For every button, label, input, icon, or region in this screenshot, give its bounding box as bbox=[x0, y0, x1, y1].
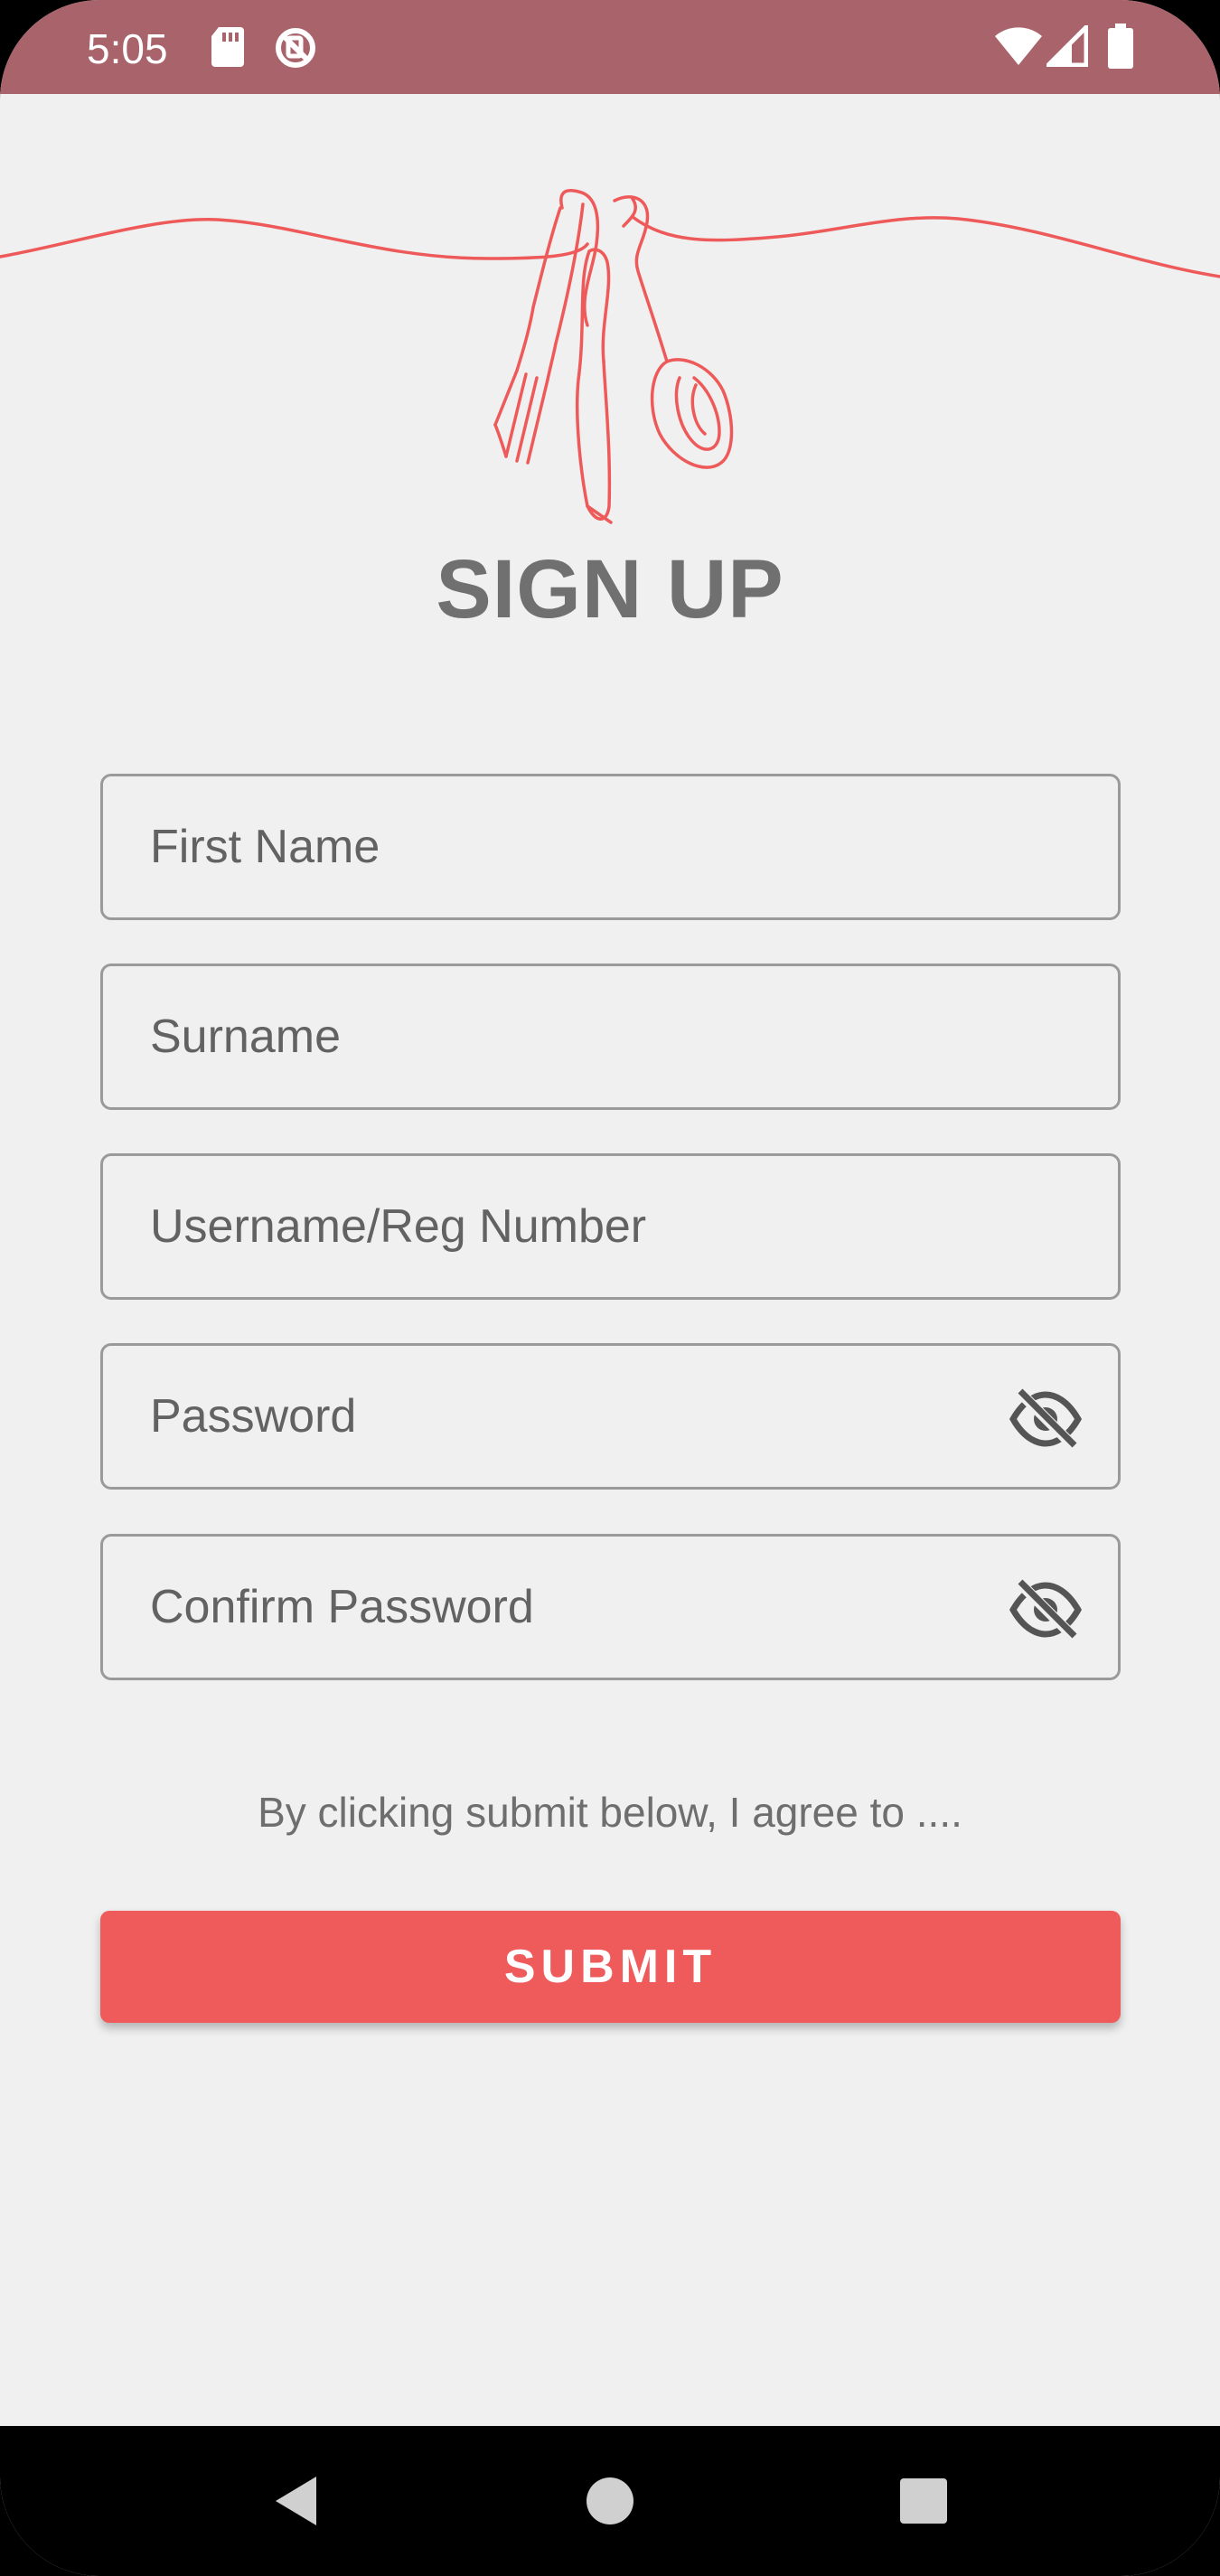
username-input[interactable] bbox=[103, 1156, 1118, 1297]
signal-icon bbox=[1046, 25, 1088, 67]
password-field[interactable] bbox=[100, 1343, 1121, 1490]
agreement-text: By clicking submit below, I agree to ...… bbox=[258, 1789, 962, 1836]
first-name-input[interactable] bbox=[103, 776, 1118, 917]
home-icon[interactable] bbox=[547, 2426, 673, 2576]
back-icon[interactable] bbox=[230, 2426, 357, 2576]
password-visibility-toggle-icon[interactable] bbox=[1009, 1387, 1082, 1451]
wifi-icon bbox=[995, 27, 1042, 65]
app-screen: 5:05 SIGN UP First Name Surname Username… bbox=[0, 0, 1220, 2576]
recents-icon[interactable] bbox=[860, 2426, 987, 2576]
confirm-password-visibility-toggle-icon[interactable] bbox=[1009, 1578, 1082, 1641]
page-title: SIGN UP bbox=[436, 543, 784, 635]
status-time: 5:05 bbox=[87, 25, 168, 72]
status-bar: 5:05 bbox=[0, 0, 1220, 94]
surname-field[interactable] bbox=[100, 964, 1121, 1110]
first-name-field[interactable] bbox=[100, 774, 1121, 920]
confirm-password-field[interactable] bbox=[100, 1534, 1121, 1680]
navigation-bar bbox=[0, 2426, 1220, 2576]
cutlery-logo-icon bbox=[0, 189, 1220, 524]
confirm-password-input[interactable] bbox=[103, 1537, 1118, 1678]
sd-card-icon bbox=[211, 27, 244, 67]
surname-input[interactable] bbox=[103, 966, 1118, 1107]
submit-button[interactable]: SUBMIT bbox=[100, 1911, 1121, 2023]
password-input[interactable] bbox=[103, 1346, 1118, 1487]
battery-icon bbox=[1108, 24, 1133, 69]
no-sim-icon bbox=[276, 28, 315, 68]
username-field[interactable] bbox=[100, 1153, 1121, 1300]
